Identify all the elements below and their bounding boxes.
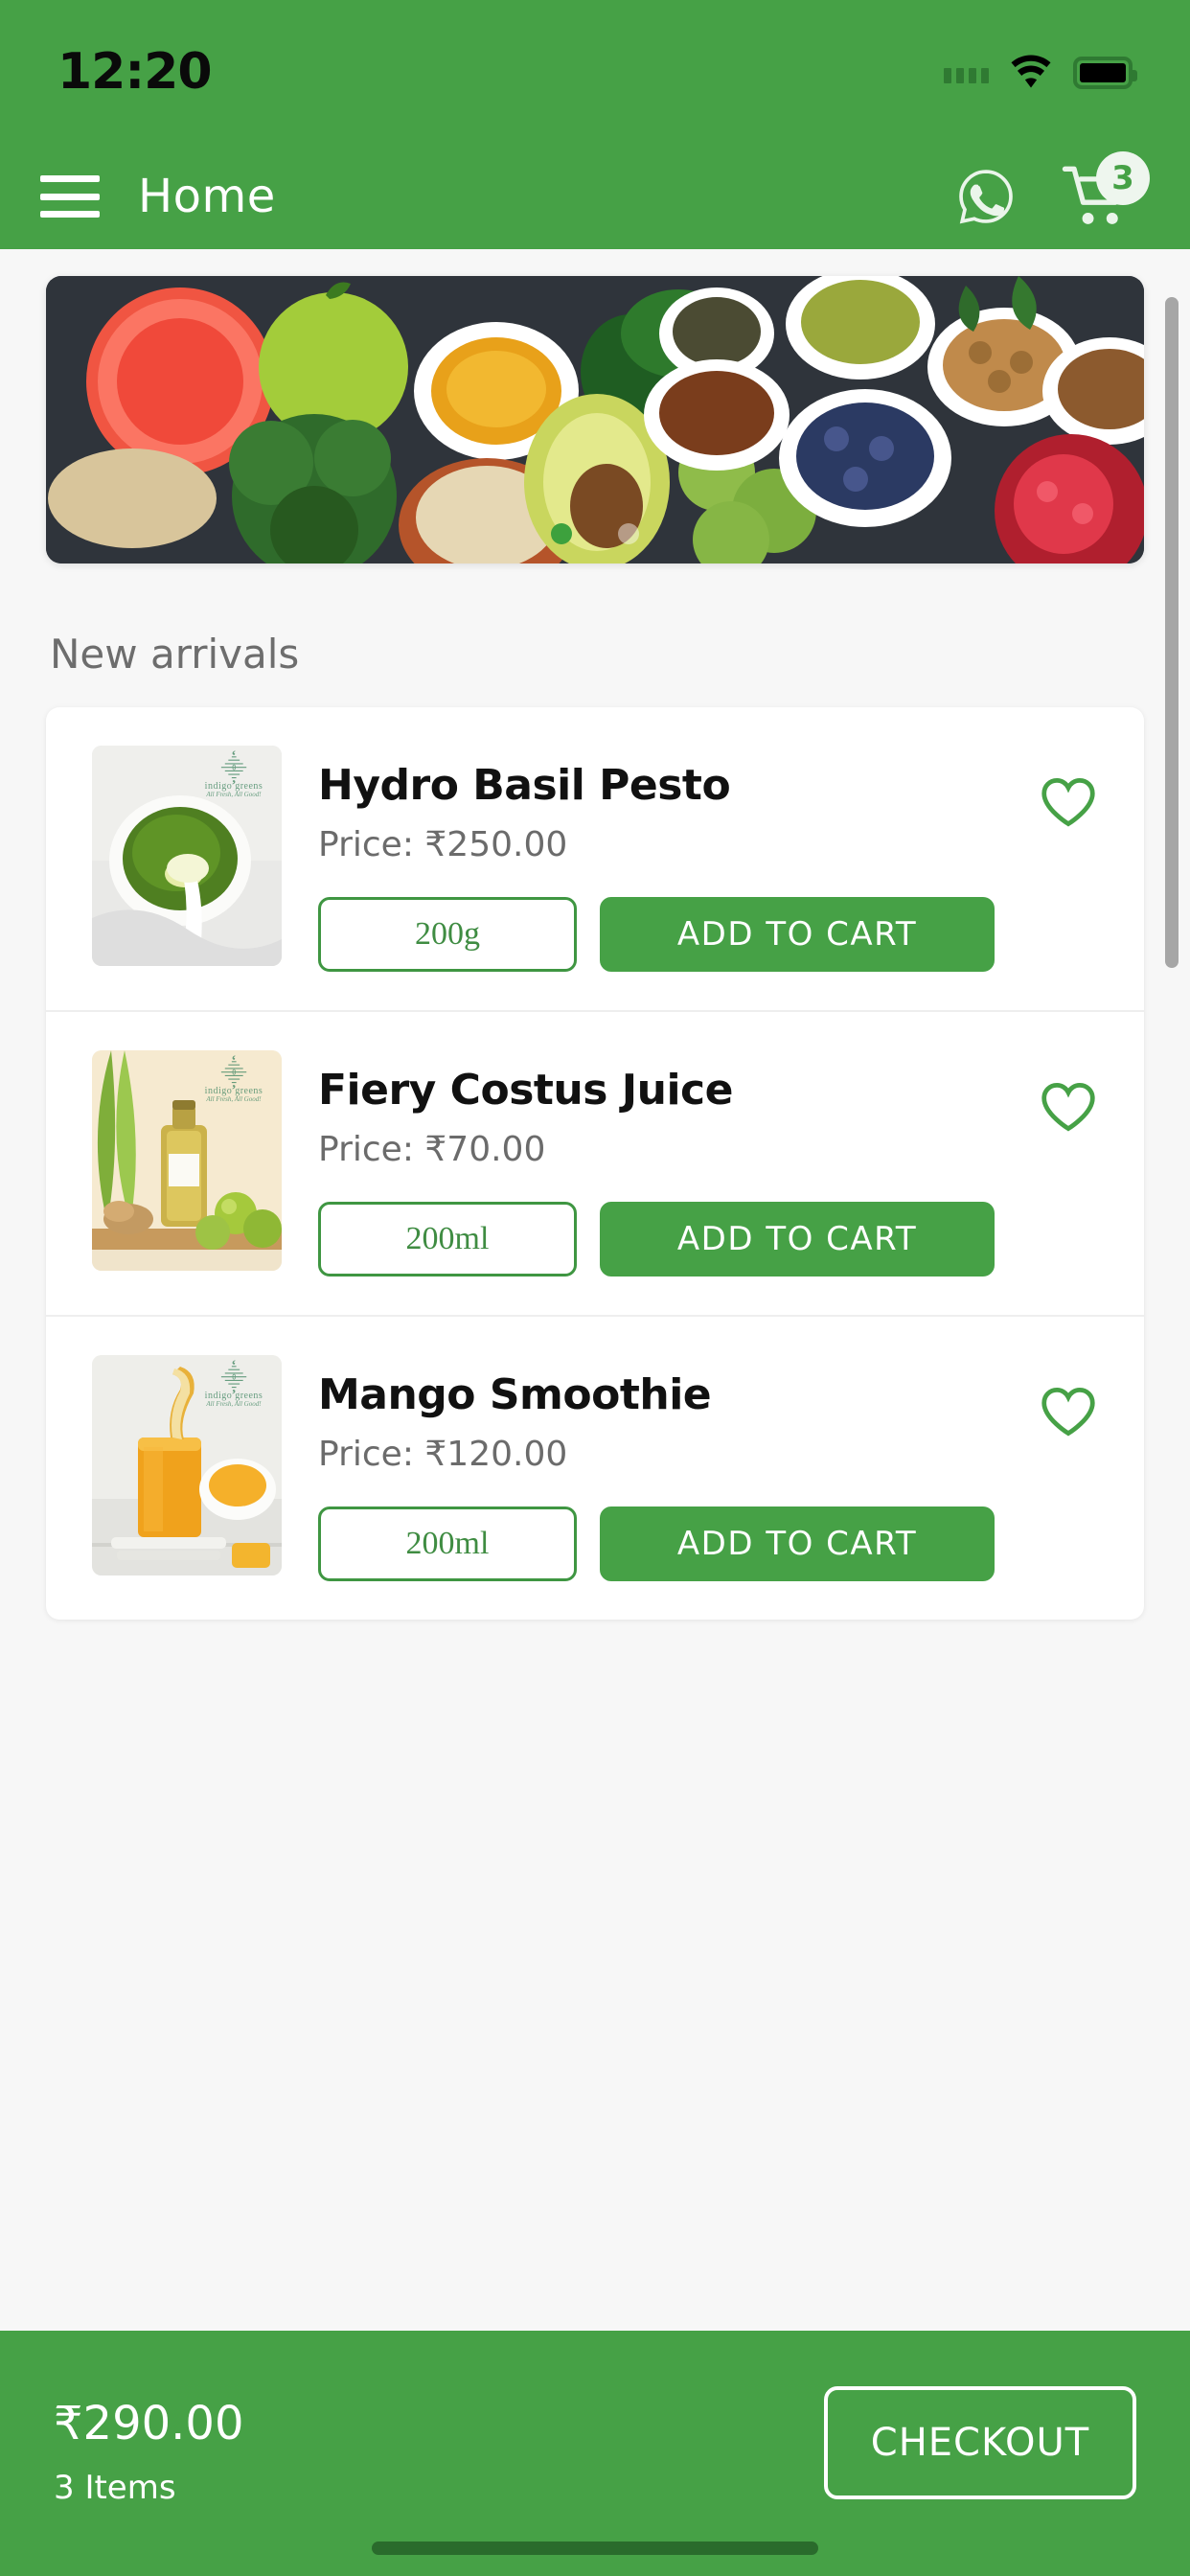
status-time: 12:20	[57, 43, 213, 101]
add-to-cart-button[interactable]: ADD TO CART	[600, 1506, 995, 1581]
product-actions: 200ml ADD TO CART	[318, 1506, 1115, 1581]
heart-outline-icon[interactable]	[1039, 1079, 1098, 1135]
variant-button[interactable]: 200g	[318, 897, 577, 972]
whatsapp-icon[interactable]	[956, 167, 1016, 226]
product-info: Mango Smoothie Price: ₹120.00 200ml ADD …	[282, 1355, 1144, 1581]
product-image[interactable]: ⸎ indigo greens All Fresh, All Good!	[92, 746, 282, 966]
watermark-tagline: All Fresh, All Good!	[206, 1400, 262, 1408]
product-info: Fiery Costus Juice Price: ₹70.00 200ml A…	[282, 1050, 1144, 1276]
checkout-button[interactable]: CHECKOUT	[824, 2386, 1136, 2499]
brand-watermark: ⸎ indigo greens All Fresh, All Good!	[197, 757, 270, 798]
product-actions: 200ml ADD TO CART	[318, 1202, 1115, 1276]
page-title: Home	[138, 170, 276, 223]
product-list-item[interactable]: ⸎ indigo greens All Fresh, All Good! Hyd…	[46, 707, 1144, 1012]
watermark-tagline: All Fresh, All Good!	[206, 791, 262, 798]
watermark-mark: ⸎	[220, 1365, 247, 1392]
signal-icon	[944, 68, 989, 89]
watermark-mark: ⸎	[220, 1060, 247, 1088]
variant-button[interactable]: 200ml	[318, 1202, 577, 1276]
home-indicator	[372, 2542, 818, 2555]
cart-badge-count: 3	[1096, 151, 1150, 205]
hamburger-menu-icon[interactable]	[40, 175, 100, 218]
battery-icon	[1073, 57, 1137, 89]
product-price: Price: ₹250.00	[318, 825, 568, 864]
wifi-icon	[1010, 55, 1052, 89]
product-name: Hydro Basil Pesto	[318, 761, 731, 810]
product-price: Price: ₹70.00	[318, 1130, 546, 1169]
product-name: Fiery Costus Juice	[318, 1066, 733, 1115]
product-info: Hydro Basil Pesto Price: ₹250.00 200g AD…	[282, 746, 1144, 972]
vertical-scrollbar[interactable]	[1165, 297, 1179, 968]
banner-image	[46, 276, 1144, 564]
cart-summary-text: ₹290.00 3 Items	[54, 2396, 244, 2508]
product-image[interactable]: ⸎ indigo greens All Fresh, All Good!	[92, 1050, 282, 1271]
status-bar: 12:20	[0, 0, 1190, 144]
app-bar: Home 3	[0, 144, 1190, 249]
cart-summary-bar: ₹290.00 3 Items CHECKOUT	[0, 2331, 1190, 2576]
carousel-dots[interactable]	[46, 523, 1144, 544]
product-list: ⸎ indigo greens All Fresh, All Good! Hyd…	[46, 707, 1144, 1620]
product-image[interactable]: ⸎ indigo greens All Fresh, All Good!	[92, 1355, 282, 1576]
add-to-cart-button[interactable]: ADD TO CART	[600, 1202, 995, 1276]
brand-watermark: ⸎ indigo greens All Fresh, All Good!	[197, 1062, 270, 1103]
watermark-tagline: All Fresh, All Good!	[206, 1095, 262, 1103]
shopping-cart-icon[interactable]: 3	[1062, 151, 1150, 230]
product-actions: 200g ADD TO CART	[318, 897, 1115, 972]
product-list-item[interactable]: ⸎ indigo greens All Fresh, All Good! Fie…	[46, 1012, 1144, 1317]
brand-watermark: ⸎ indigo greens All Fresh, All Good!	[197, 1367, 270, 1408]
cart-item-count: 3 Items	[54, 2469, 176, 2508]
carousel-dot-1[interactable]	[551, 523, 572, 544]
app-screen: 12:20 Home 3 New arrivals ⸎ indigo green…	[0, 0, 1190, 2576]
scroll-content[interactable]: New arrivals ⸎ indigo greens All Fresh, …	[0, 249, 1190, 2331]
product-price: Price: ₹120.00	[318, 1435, 568, 1474]
promo-banner-carousel[interactable]	[46, 276, 1144, 564]
status-icons	[944, 55, 1137, 89]
watermark-mark: ⸎	[220, 755, 247, 783]
add-to-cart-button[interactable]: ADD TO CART	[600, 897, 995, 972]
product-list-item[interactable]: ⸎ indigo greens All Fresh, All Good! Man…	[46, 1317, 1144, 1620]
heart-outline-icon[interactable]	[1039, 1384, 1098, 1439]
cart-total-amount: ₹290.00	[54, 2396, 244, 2450]
carousel-dot-2[interactable]	[618, 523, 639, 544]
section-title-new-arrivals: New arrivals	[50, 631, 300, 678]
product-name: Mango Smoothie	[318, 1370, 712, 1419]
variant-button[interactable]: 200ml	[318, 1506, 577, 1581]
heart-outline-icon[interactable]	[1039, 774, 1098, 830]
